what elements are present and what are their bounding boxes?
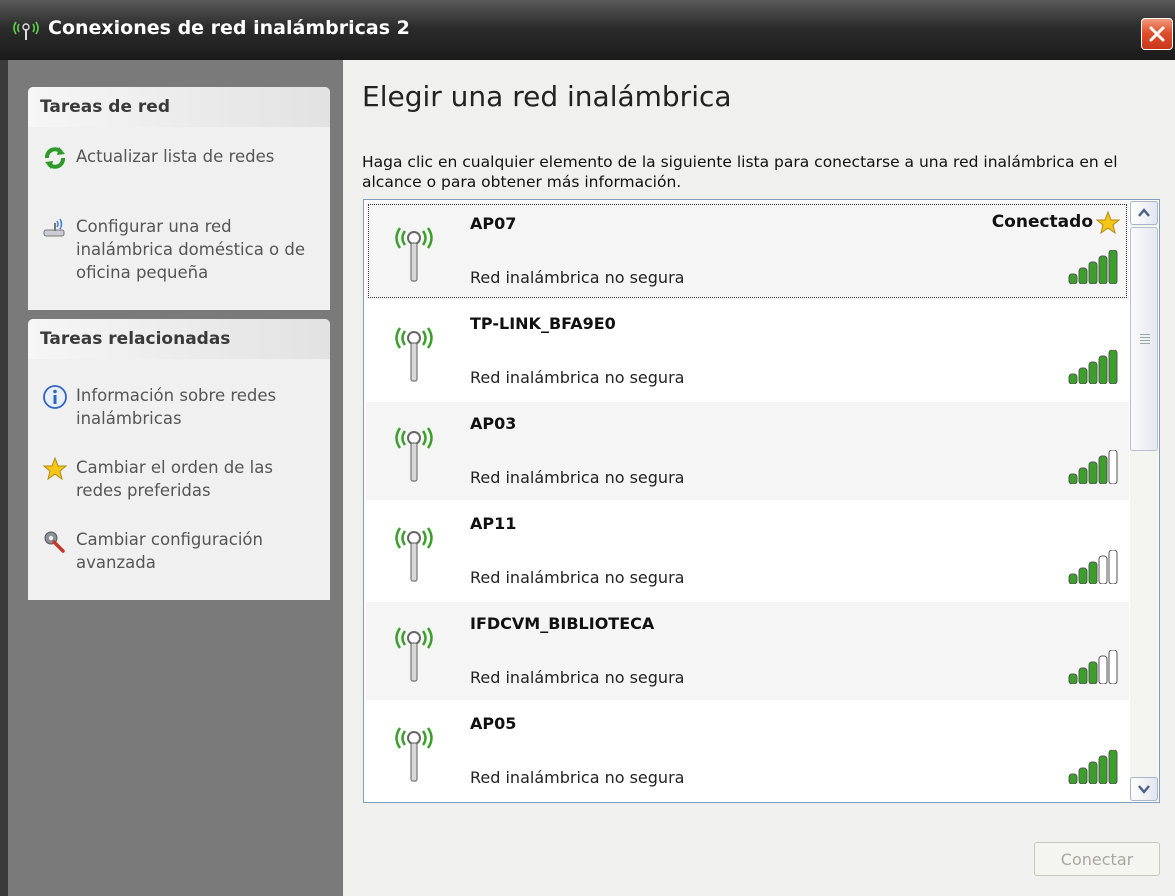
signal-strength-icon [1068,550,1118,584]
scroll-down-button[interactable] [1130,777,1158,801]
wireless-antenna-icon [395,327,433,382]
task-label: Actualizar lista de redes [76,147,275,166]
network-name: AP11 [470,514,517,533]
task-label: Configurar una red inalámbrica doméstica… [76,217,306,282]
network-item[interactable]: TP-LINK_BFA9E0 Red inalámbrica no segura [366,302,1129,400]
panel-title: Tareas relacionadas [40,329,231,349]
network-item[interactable]: IFDCVM_BIBLIOTECA Red inalámbrica no segu… [366,602,1129,700]
wireless-antenna-icon [395,227,433,282]
wireless-antenna-icon [395,527,433,582]
page-title: Elegir una red inalámbrica [362,80,732,113]
chevron-down-icon [1138,785,1150,794]
network-name: IFDCVM_BIBLIOTECA [470,614,655,633]
task-label: Información sobre redes inalámbricas [76,386,277,428]
related-tasks-header: Tareas relacionadas [28,319,330,359]
chevron-up-icon [1138,208,1150,217]
scrollbar-thumb[interactable] [1130,227,1158,451]
task-label: Cambiar configuración avanzada [76,530,263,572]
network-list[interactable]: AP07 Red inalámbrica no segura Conectado TP… [363,199,1160,803]
preferred-star-icon [1095,210,1121,235]
network-tasks-panel: Tareas de red Actualizar lista de redes … [28,87,330,310]
network-item[interactable]: AP07 Red inalámbrica no segura Conectado [366,202,1129,300]
task-advanced-settings[interactable]: Cambiar configuración avanzada [42,528,306,574]
close-icon [1149,26,1165,42]
title-bar: Conexiones de red inalámbricas 2 [0,0,1175,60]
signal-strength-icon [1068,750,1118,784]
instructions-text: Haga clic en cualquier elemento de la si… [362,153,1118,191]
task-change-preferred-order[interactable]: Cambiar el orden de las redes preferidas [42,456,306,502]
task-refresh-network-list[interactable]: Actualizar lista de redes [42,145,306,171]
network-item[interactable]: AP03 Red inalámbrica no segura [366,402,1129,500]
network-tasks-header: Tareas de red [28,87,330,127]
network-security: Red inalámbrica no segura [470,568,685,587]
wireless-setup-icon [43,218,65,237]
network-name: AP03 [470,414,517,433]
task-sidebar: Tareas de red Actualizar lista de redes … [8,60,343,896]
task-setup-wireless-network[interactable]: Configurar una red inalámbrica doméstica… [42,215,306,284]
wireless-antenna-icon [395,627,433,682]
network-security: Red inalámbrica no segura [470,368,685,387]
vertical-scrollbar[interactable] [1130,201,1158,801]
network-security: Red inalámbrica no segura [470,468,685,487]
network-item[interactable]: AP05 Red inalámbrica no segura [366,702,1129,800]
task-info-wireless[interactable]: Información sobre redes inalámbricas [42,384,306,430]
connect-button[interactable]: Conectar [1034,842,1160,876]
signal-strength-icon [1068,650,1118,684]
wireless-antenna-icon [395,727,433,782]
signal-strength-icon [1068,250,1118,284]
network-name: AP05 [470,714,517,733]
window-frame [0,60,8,896]
info-icon [43,385,67,409]
refresh-icon [45,147,65,169]
task-label: Cambiar el orden de las redes preferidas [76,458,273,500]
window-title: Conexiones de red inalámbricas 2 [48,17,410,39]
main-content: Elegir una red inalámbrica Haga clic en … [343,60,1175,896]
panel-title: Tareas de red [40,97,170,117]
network-security: Red inalámbrica no segura [470,768,685,787]
wireless-network-icon [13,21,39,40]
signal-strength-icon [1068,350,1118,384]
network-item[interactable]: AP11 Red inalámbrica no segura [366,502,1129,600]
signal-strength-icon [1068,450,1118,484]
wireless-antenna-icon [395,427,433,482]
related-tasks-panel: Tareas relacionadas Información sobre re… [28,319,330,600]
network-name: AP07 [470,214,517,233]
network-security: Red inalámbrica no segura [470,268,685,287]
star-icon [42,456,68,481]
network-name: TP-LINK_BFA9E0 [470,314,616,333]
settings-icon [44,531,65,553]
network-security: Red inalámbrica no segura [470,668,685,687]
connection-status: Conectado [991,212,1093,232]
close-button[interactable] [1141,18,1173,50]
scroll-up-button[interactable] [1130,201,1158,225]
